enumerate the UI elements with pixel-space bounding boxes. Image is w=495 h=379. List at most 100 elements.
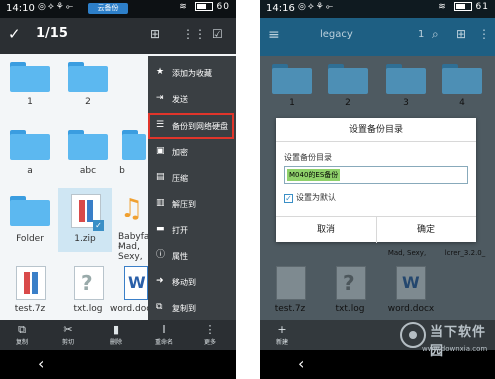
compress-icon: ▤ [156, 172, 165, 182]
cancel-button[interactable]: 取消 [276, 217, 376, 243]
input-value: M040的ES备份 [287, 169, 341, 181]
folder-icon[interactable] [10, 62, 50, 92]
highlight-box [148, 113, 234, 139]
copy-icon: ⧉ [18, 323, 26, 336]
menu-item-encrypt[interactable]: ▣ 加密 [148, 139, 236, 165]
selection-count: 1/15 [36, 26, 68, 41]
more-button[interactable]: ⋮ 更多 [190, 323, 230, 346]
move-icon: ➜ [156, 276, 164, 286]
battery-indicator: ≋ 61 [438, 2, 489, 12]
info-icon: ⓘ [156, 250, 166, 260]
rename-icon: I [162, 323, 166, 336]
done-check-icon[interactable]: ✓ [8, 25, 21, 43]
bottom-action-bar: ⧉ 复制 ✂ 剪切 ▮ 删除 I 重命名 ⋮ 更多 [0, 320, 236, 350]
dialog-label: 设置备份目录 [284, 153, 332, 162]
file-label: 4 [459, 98, 465, 108]
file-label: 1.zip [74, 234, 96, 244]
select-range-icon[interactable]: ⋮⋮ [182, 27, 206, 41]
menu-item-copy-to[interactable]: ⧉ 复制到 [148, 295, 236, 321]
folder-icon[interactable] [442, 64, 482, 94]
menu-item-extract[interactable]: ▥ 解压到 [148, 191, 236, 217]
menu-item-compress[interactable]: ▤ 压缩 [148, 165, 236, 191]
folder-icon[interactable] [328, 64, 368, 94]
file-label: lcrer_3.2.0_ [444, 249, 486, 257]
path-title: legacy [320, 29, 353, 40]
file-label: 3 [403, 98, 409, 108]
search-icon[interactable]: ⌕ [432, 27, 439, 42]
rename-button[interactable]: I 重命名 [144, 323, 184, 346]
window-number: 1 [418, 29, 425, 40]
battery-icon [194, 2, 213, 11]
battery-level: 60 [216, 2, 230, 12]
send-icon: ⇥ [156, 93, 164, 103]
plus-icon: + [277, 323, 287, 336]
folder-icon[interactable] [10, 130, 50, 160]
file-label: b [119, 166, 125, 176]
archive-file-icon[interactable] [16, 266, 46, 300]
select-all-icon[interactable]: ⊞ [150, 27, 160, 41]
battery-icon [453, 2, 472, 11]
copy-button[interactable]: ⧉ 复制 [2, 323, 42, 346]
status-time: 14:10 [6, 3, 35, 14]
file-label: 2 [85, 97, 91, 107]
file-label: test.7z [274, 304, 306, 314]
menu-item-properties[interactable]: ⓘ 属性 [148, 243, 236, 269]
star-icon: ★ [156, 67, 165, 77]
backup-directory-dialog: 设置备份目录 设置备份目录 M040的ES备份 ✓ 设置为默认 取消 确定 [276, 118, 476, 243]
delete-button[interactable]: ▮ 删除 [96, 323, 136, 346]
file-label: txt.log [335, 304, 365, 314]
battery-level: 61 [475, 2, 489, 12]
word-file-icon[interactable]: W [396, 266, 426, 300]
checkbox-icon[interactable]: ☑ [212, 27, 223, 41]
view-icon[interactable]: ⊞ [456, 27, 466, 41]
back-icon[interactable]: ‹ [38, 354, 44, 373]
menu-item-open[interactable]: ▬ 打开 [148, 217, 236, 243]
folder-icon[interactable] [68, 130, 108, 160]
menu-item-favorite[interactable]: ★ 添加为收藏 [148, 60, 236, 86]
file-label: 1 [27, 97, 33, 107]
battery-indicator: ≋ 60 [179, 2, 230, 12]
menu-icon[interactable]: ≡ [268, 27, 280, 43]
status-bar: 14:10 ◎⟡⚘⟜ 云备份 ≋ 60 [0, 0, 236, 18]
back-icon[interactable]: ‹ [298, 354, 304, 373]
selection-toolbar: ✓ 1/15 ⊞ ⋮⋮ ☑ [0, 18, 236, 54]
checked-icon: ✓ [93, 220, 104, 231]
trash-icon: ▮ [112, 323, 120, 336]
directory-input[interactable]: M040的ES备份 [284, 166, 468, 184]
status-bar: 14:16 ◎⟡⚘⟜ ≋ 61 [260, 0, 495, 18]
copy-icon: ⧉ [156, 302, 163, 312]
watermark-url: www.downxia.com [422, 345, 488, 353]
folder-icon[interactable] [272, 64, 312, 94]
more-icon: ⋮ [204, 323, 216, 336]
log-file-icon[interactable]: ? [74, 266, 104, 300]
ok-button[interactable]: 确定 [376, 217, 476, 243]
file-label: 1 [289, 98, 295, 108]
cut-button[interactable]: ✂ 剪切 [48, 323, 88, 346]
menu-item-move[interactable]: ➜ 移动到 [148, 269, 236, 295]
wifi-icon: ≋ [179, 2, 188, 12]
default-checkbox[interactable]: ✓ 设置为默认 [284, 192, 336, 203]
folder-icon[interactable] [10, 196, 50, 226]
folder-icon[interactable] [386, 64, 426, 94]
menu-item-send[interactable]: ⇥ 发送 [148, 86, 236, 112]
cut-icon: ✂ [63, 323, 73, 336]
archive-file-icon[interactable] [276, 266, 306, 300]
status-time: 14:16 [266, 3, 295, 14]
file-label: txt.log [73, 304, 103, 314]
zip-file-icon[interactable]: ✓ [71, 194, 104, 231]
folder-icon[interactable] [68, 62, 108, 92]
file-label: Folder [16, 234, 44, 244]
word-file-icon[interactable]: W [124, 266, 148, 300]
folder-icon[interactable] [122, 130, 146, 160]
new-button[interactable]: + 新建 [262, 323, 302, 346]
open-icon: ▬ [156, 224, 165, 234]
log-file-icon[interactable]: ? [336, 266, 366, 300]
music-note-icon[interactable]: ♫ [120, 194, 148, 224]
extract-icon: ▥ [156, 198, 165, 208]
watermark-text: 当下软件园 [430, 325, 487, 359]
file-label: Mad, Sexy, [387, 249, 427, 257]
overflow-icon[interactable]: ⋮ [478, 27, 490, 41]
left-screenshot: 14:10 ◎⟡⚘⟜ 云备份 ≋ 60 ✓ 1/15 ⊞ ⋮⋮ ☑ 1 2 a … [0, 0, 236, 379]
lock-icon: ▣ [156, 146, 165, 156]
top-toolbar: ≡ legacy 1 ⌕ ⊞ ⋮ [260, 18, 495, 56]
